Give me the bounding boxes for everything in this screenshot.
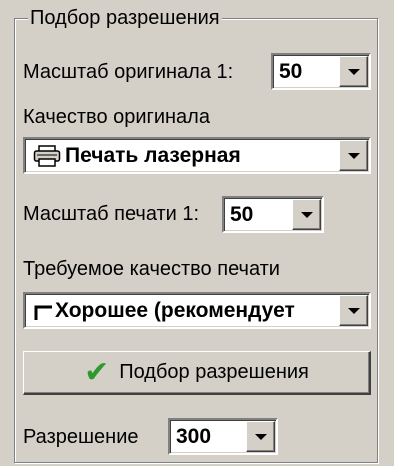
chevron-down-icon: [347, 307, 360, 314]
chevron-down-icon: [347, 152, 360, 159]
print-scale-value: 50: [230, 202, 254, 226]
print-scale-label: Масштаб печати 1:: [23, 203, 200, 225]
resolution-combo[interactable]: 300: [168, 418, 278, 455]
original-scale-combo[interactable]: 50: [271, 53, 371, 90]
resolution-label: Разрешение: [23, 426, 139, 448]
resolution-dropdown-button[interactable]: [246, 421, 275, 452]
checkmark-icon: ✔: [84, 355, 110, 389]
resolution-value: 300: [176, 424, 212, 448]
original-quality-value-wrap: Печать лазерная: [33, 139, 241, 172]
print-quality-value-wrap: Хорошее (рекомендует: [33, 294, 295, 327]
printer-icon: [33, 144, 61, 167]
original-quality-label: Качество оригинала: [23, 106, 210, 128]
print-quality-label: Требуемое качество печати: [23, 258, 280, 280]
groupbox-title: Подбор разрешения: [28, 5, 222, 31]
pick-resolution-button[interactable]: ✔ Подбор разрешения: [23, 351, 371, 395]
original-quality-combo[interactable]: Печать лазерная: [23, 137, 371, 174]
print-scale-dropdown-button[interactable]: [292, 199, 321, 230]
chevron-down-icon: [300, 211, 313, 218]
original-scale-dropdown-button[interactable]: [339, 56, 368, 87]
chevron-down-icon: [254, 433, 267, 440]
print-quality-combo[interactable]: Хорошее (рекомендует: [23, 292, 371, 329]
chevron-down-icon: [347, 68, 360, 75]
print-quality-value: Хорошее (рекомендует: [55, 298, 295, 322]
pick-resolution-button-label: Подбор разрешения: [119, 361, 309, 383]
original-scale-value: 50: [279, 59, 303, 83]
original-scale-label: Масштаб оригинала 1:: [23, 61, 234, 83]
corner-mark-icon: [34, 305, 52, 320]
original-quality-value: Печать лазерная: [65, 143, 241, 167]
print-quality-dropdown-button[interactable]: [339, 295, 368, 326]
original-quality-dropdown-button[interactable]: [339, 140, 368, 171]
print-scale-combo[interactable]: 50: [222, 196, 324, 233]
